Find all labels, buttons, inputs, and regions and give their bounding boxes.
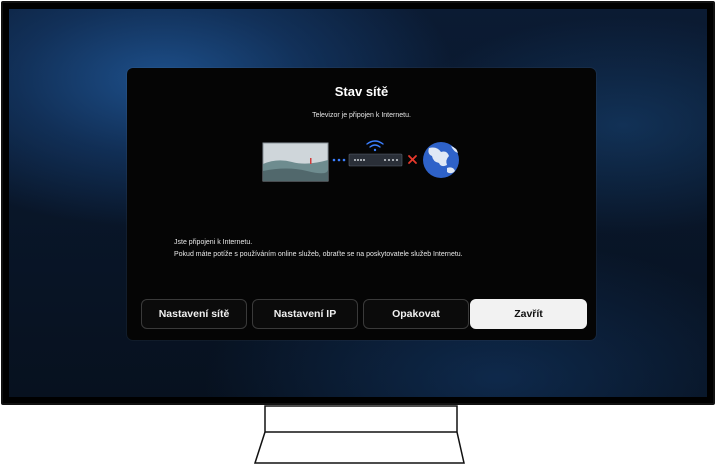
link-dots-left xyxy=(332,158,346,162)
close-button[interactable]: Zavřít xyxy=(470,299,587,329)
router-icon xyxy=(348,153,403,167)
network-settings-button[interactable]: Nastavení sítě xyxy=(141,299,247,329)
info-line-2: Pokud máte potíže s používáním online sl… xyxy=(174,251,463,258)
dialog-title: Stav sítě xyxy=(334,84,389,99)
ip-settings-button[interactable]: Nastavení IP xyxy=(252,299,358,329)
network-diagram xyxy=(262,140,459,182)
retry-button[interactable]: Opakovat xyxy=(363,299,469,329)
tv-screen-icon xyxy=(262,142,329,182)
wifi-icon xyxy=(366,140,384,152)
info-line-1: Jste připojeni k Internetu. xyxy=(174,239,253,246)
network-status-dialog: Stav sítě Televizor je připojen k Intern… xyxy=(127,68,596,340)
globe-icon xyxy=(423,142,459,178)
status-info: Jste připojeni k Internetu. Pokud máte p… xyxy=(174,237,463,261)
dialog-subtitle: Televizor je připojen k Internetu. xyxy=(312,112,411,119)
x-mark-icon xyxy=(408,155,417,164)
